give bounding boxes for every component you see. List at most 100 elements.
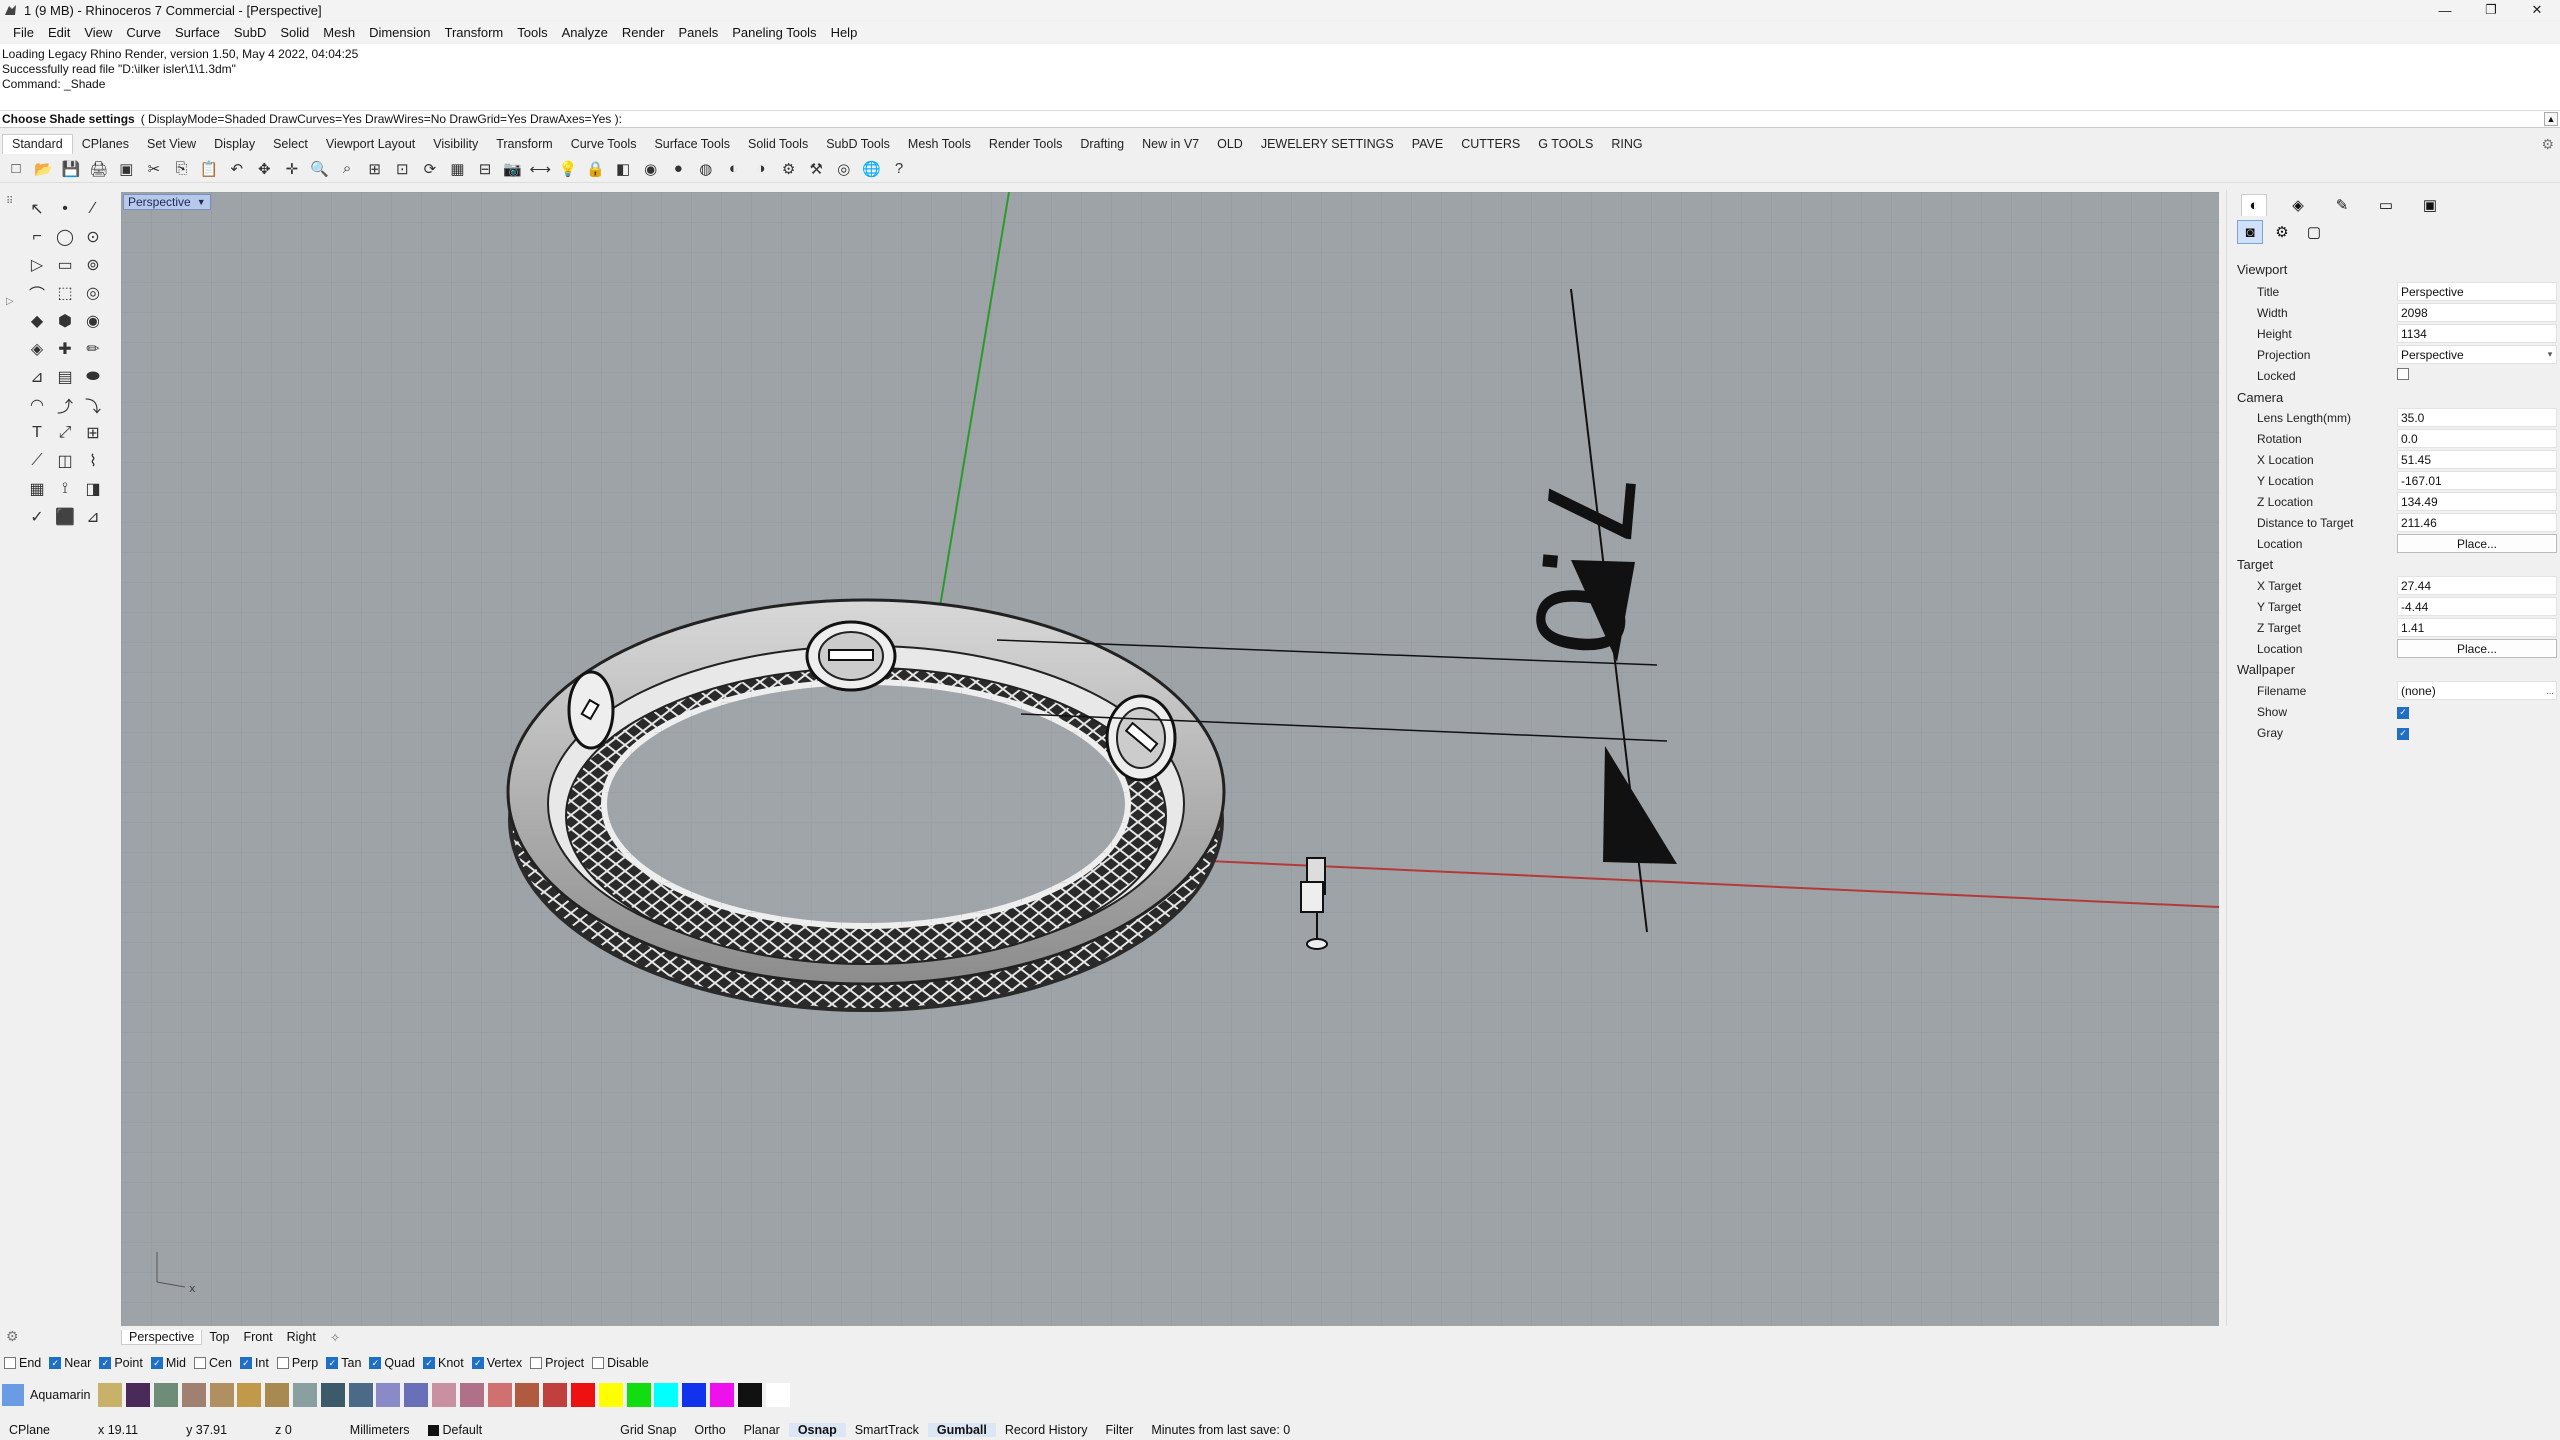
osnap-vertex[interactable]: ✓ Vertex	[471, 1356, 522, 1370]
brush-icon[interactable]: ✎	[2329, 194, 2355, 216]
osnap-project[interactable]: Project	[530, 1356, 584, 1370]
command-options[interactable]: ( DisplayMode=Shaded DrawCurves=Yes Draw…	[141, 112, 622, 126]
show-checkbox[interactable]: ✓	[2397, 706, 2409, 719]
color-swatch[interactable]	[682, 1383, 707, 1407]
open-file-icon[interactable]: 📂	[32, 157, 56, 181]
menu-solid[interactable]: Solid	[273, 25, 316, 40]
color-swatch[interactable]	[98, 1383, 123, 1407]
color-swatch[interactable]	[709, 1383, 734, 1407]
osnap-tan[interactable]: ✓ Tan	[326, 1356, 361, 1370]
dimension-icon[interactable]: ⟷	[528, 157, 552, 181]
color-swatch[interactable]	[543, 1383, 568, 1407]
tool-button-icon[interactable]: ⬢	[52, 308, 78, 334]
viewport-canvas[interactable]: 7.0 x	[121, 192, 2219, 1326]
tab-perspective[interactable]: Perspective	[121, 1329, 203, 1345]
gear-options-icon[interactable]: ⚒	[804, 157, 828, 181]
image-icon[interactable]: ▣	[2417, 194, 2443, 216]
settings-gear-icon[interactable]: ⚙	[6, 1328, 19, 1345]
color-swatch[interactable]	[237, 1383, 262, 1407]
toolbar-tab-set-view[interactable]: Set View	[138, 137, 205, 151]
planar-toggle[interactable]: Planar	[735, 1423, 789, 1437]
print-icon[interactable]: 🖨	[87, 157, 111, 181]
menu-panels[interactable]: Panels	[671, 25, 725, 40]
filename-field[interactable]: (none)	[2397, 681, 2557, 700]
camera-icon[interactable]: ◙	[2237, 220, 2263, 244]
color-swatch[interactable]	[487, 1383, 512, 1407]
save-icon[interactable]: 💾	[59, 157, 83, 181]
viewport-title[interactable]: Perspective ▼	[123, 194, 211, 210]
osnap-checkbox[interactable]: ✓	[49, 1357, 62, 1369]
tool-button-icon[interactable]: ⊙	[80, 224, 106, 250]
y-location-field[interactable]: -167.01	[2397, 471, 2557, 490]
osnap-mid[interactable]: ✓ Mid	[150, 1356, 186, 1370]
rotate-view-icon[interactable]: ⟳	[418, 157, 442, 181]
zoom-extents-icon[interactable]: ⊞	[363, 157, 387, 181]
osnap-perp[interactable]: Perp	[276, 1356, 318, 1370]
tool-button-icon[interactable]: ◨	[80, 476, 106, 502]
menu-subd[interactable]: SubD	[227, 25, 274, 40]
tool-button-icon[interactable]: ✏	[80, 336, 106, 362]
osnap-point[interactable]: ✓ Point	[99, 1356, 143, 1370]
menu-transform[interactable]: Transform	[437, 25, 510, 40]
toolbar-tab-visibility[interactable]: Visibility	[424, 137, 487, 151]
color-swatch[interactable]	[432, 1383, 457, 1407]
osnap-checkbox[interactable]: ✓	[99, 1357, 112, 1369]
perspective-viewport[interactable]: 7.0 x Perspective ▼	[121, 192, 2219, 1326]
env-icon[interactable]: ◑	[749, 157, 773, 181]
toolbar-tab-subd-tools[interactable]: SubD Tools	[817, 137, 899, 151]
lens-length-field[interactable]: 35.0	[2397, 408, 2557, 427]
color-swatch[interactable]	[209, 1383, 234, 1407]
color-swatch[interactable]	[737, 1383, 762, 1407]
tool-button-icon[interactable]: ⊚	[80, 252, 106, 278]
osnap-checkbox[interactable]: ✓	[369, 1357, 382, 1369]
filter-toggle[interactable]: Filter	[1097, 1423, 1143, 1437]
camera-place-button[interactable]: Place...	[2397, 534, 2557, 553]
tool-button-icon[interactable]: ⬛	[52, 504, 78, 530]
tool-button-icon[interactable]: ✚	[52, 336, 78, 362]
tool-button-icon[interactable]: ▦	[24, 476, 50, 502]
light-icon[interactable]: 💡	[556, 157, 580, 181]
new-file-icon[interactable]: □	[4, 157, 28, 181]
tool-button-icon[interactable]: ↖	[24, 196, 50, 222]
locked-checkbox[interactable]	[2397, 368, 2409, 380]
menu-surface[interactable]: Surface	[168, 25, 227, 40]
menu-view[interactable]: View	[77, 25, 119, 40]
tools-icon[interactable]: ⚙	[777, 157, 801, 181]
render-sphere-icon[interactable]: ●	[666, 157, 690, 181]
color-swatch[interactable]	[348, 1383, 373, 1407]
z-target-field[interactable]: 1.41	[2397, 618, 2557, 637]
rotation-field[interactable]: 0.0	[2397, 429, 2557, 448]
tool-button-icon[interactable]: ✓	[24, 504, 50, 530]
layer-icon[interactable]: ◧	[611, 157, 635, 181]
osnap-int[interactable]: ✓ Int	[239, 1356, 269, 1370]
toolbar-tab-select[interactable]: Select	[264, 137, 317, 151]
tool-button-icon[interactable]: ⊿	[24, 364, 50, 390]
cplane-icon[interactable]: ⊟	[473, 157, 497, 181]
toolbar-tab-cplanes[interactable]: CPlanes	[73, 137, 138, 151]
osnap-checkbox[interactable]	[530, 1357, 543, 1369]
toolbar-tab-old[interactable]: OLD	[1208, 137, 1252, 151]
x-location-field[interactable]: 51.45	[2397, 450, 2557, 469]
layer-indicator[interactable]: Default	[419, 1423, 492, 1437]
current-layer[interactable]: Aquamarin	[2, 1384, 90, 1406]
color-swatch[interactable]	[765, 1383, 790, 1407]
command-line[interactable]: Choose Shade settings ( DisplayMode=Shad…	[0, 110, 2560, 128]
cut-icon[interactable]: ✂	[142, 157, 166, 181]
add-viewport-icon[interactable]: ✧	[323, 1330, 347, 1345]
osnap-checkbox[interactable]: ✓	[150, 1357, 163, 1369]
tool-button-icon[interactable]: ◈	[24, 336, 50, 362]
osnap-checkbox[interactable]	[4, 1357, 16, 1369]
x-target-field[interactable]: 27.44	[2397, 576, 2557, 595]
expand-arrow-icon[interactable]: ▷	[6, 296, 18, 307]
color-swatch[interactable]	[126, 1383, 151, 1407]
chevron-down-icon[interactable]: ▾	[2543, 346, 2557, 363]
material-sphere-icon[interactable]: ◍	[694, 157, 718, 181]
zoom-window-icon[interactable]: ⌕	[335, 157, 359, 181]
tab-top[interactable]: Top	[202, 1330, 236, 1344]
tool-button-icon[interactable]: ⌒	[24, 280, 50, 306]
gumball-toggle[interactable]: Gumball	[927, 1423, 996, 1437]
width-field[interactable]: 2098	[2397, 303, 2557, 322]
tool-button-icon[interactable]: ◎	[80, 280, 106, 306]
close-button[interactable]: ✕	[2514, 0, 2560, 20]
tool-button-icon[interactable]: ◯	[52, 224, 78, 250]
